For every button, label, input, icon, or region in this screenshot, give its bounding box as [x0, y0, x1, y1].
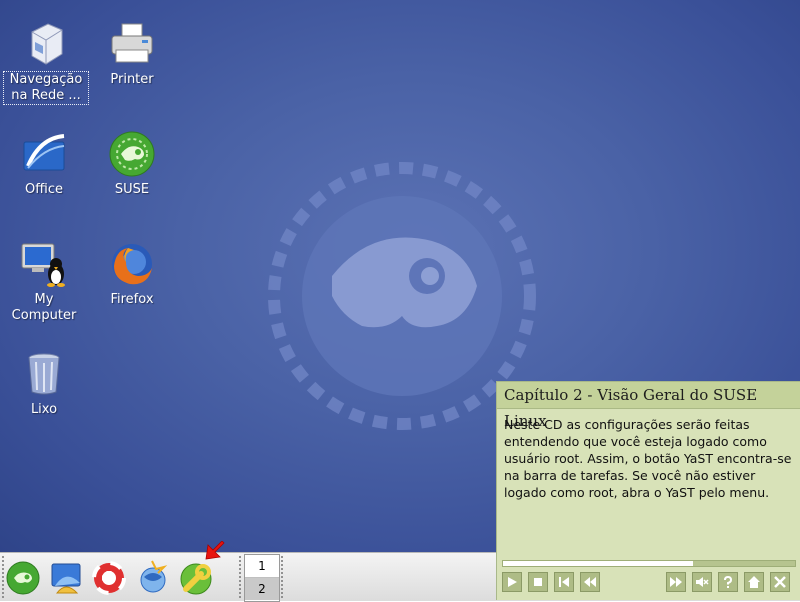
close-icon [774, 576, 786, 588]
konqueror-button[interactable] [134, 559, 172, 597]
pager-desktop-2[interactable]: 2 [245, 578, 279, 600]
home-icon [748, 576, 760, 588]
desktop-icon-suse[interactable]: SUSE [90, 130, 174, 198]
tutorial-progress-bar[interactable] [502, 560, 796, 567]
desktop-icon-label: My Computer [11, 292, 77, 323]
suse-menu-icon [6, 561, 40, 595]
help-button[interactable] [90, 559, 128, 597]
desktop-icon-label: Navegação na Rede ... [3, 71, 89, 105]
mute-button[interactable] [692, 572, 712, 592]
tutorial-controls [502, 572, 794, 594]
suse-menu-button[interactable] [4, 559, 42, 597]
desktop-icon-my-computer[interactable]: My Computer [2, 240, 86, 324]
desktop-icon-label: Printer [110, 72, 154, 87]
trash-icon [28, 353, 60, 395]
desktop-pager: 1 2 [244, 554, 280, 602]
show-desktop-button[interactable] [47, 559, 85, 597]
mute-icon [696, 577, 709, 587]
tutorial-body: Neste CD as configurações serão feitas e… [504, 417, 792, 500]
pager-desktop-1[interactable]: 1 [245, 555, 279, 578]
tutorial-title: Capítulo 2 - Visão Geral do SUSE Linux [497, 382, 800, 430]
tutorial-progress-fill [503, 561, 693, 566]
play-icon [508, 577, 517, 587]
printer-icon [111, 23, 153, 63]
konqueror-icon [140, 560, 168, 593]
close-button[interactable] [770, 572, 790, 592]
desktop-icon-printer[interactable]: Printer [90, 20, 174, 88]
tutorial-panel: Capítulo 2 - Visão Geral do SUSE Linux N… [496, 381, 800, 600]
desktop-icon-label: SUSE [114, 182, 150, 197]
firefox-icon [112, 244, 152, 285]
desktop-icon-office[interactable]: Office [2, 130, 86, 198]
pager-grip-handle[interactable] [238, 555, 242, 599]
stop-button[interactable] [528, 572, 548, 592]
rewind-button[interactable] [580, 572, 600, 592]
desktop-icon-label: Office [25, 182, 63, 197]
fast-forward-icon [670, 577, 682, 587]
desktop-icon-network[interactable]: Navegação na Rede ... [3, 20, 89, 105]
rewind-icon [584, 577, 596, 587]
help-question-button[interactable] [718, 572, 738, 592]
first-button[interactable] [554, 572, 574, 592]
desktop-icon-label: Lixo [30, 402, 58, 417]
help-question-icon [724, 575, 733, 588]
desktop-icon [51, 563, 81, 594]
suse-icon [109, 131, 155, 177]
network-browse-icon [31, 23, 63, 65]
home-button[interactable] [744, 572, 764, 592]
pager-grip-handle-right[interactable] [280, 555, 284, 599]
my-computer-icon [21, 243, 65, 287]
desktop-icon-trash[interactable]: Lixo [2, 350, 86, 418]
office-icon [23, 134, 65, 171]
play-button[interactable] [502, 572, 522, 592]
first-icon [559, 577, 569, 587]
desktop-icon-label: Firefox [110, 292, 154, 307]
red-arrow-icon [205, 541, 225, 560]
stop-icon [534, 578, 542, 586]
fast-forward-button[interactable] [666, 572, 686, 592]
help-icon [92, 561, 126, 595]
desktop-icon-firefox[interactable]: Firefox [90, 240, 174, 308]
